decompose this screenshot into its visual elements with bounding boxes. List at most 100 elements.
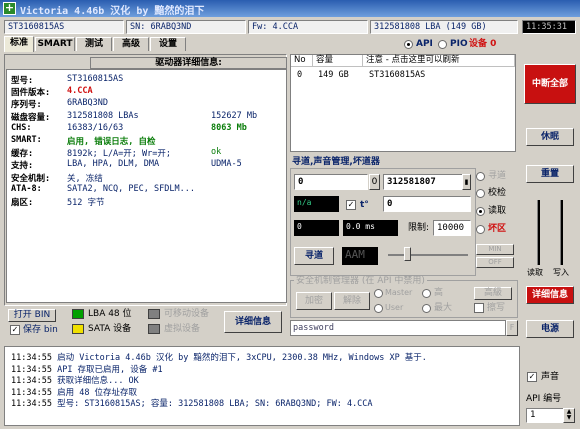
row-size: 149 GB (318, 70, 349, 80)
tab-settings[interactable]: 设置 (150, 37, 186, 51)
api-number-spinner[interactable]: ▲ ▼ (563, 408, 575, 423)
capacity-field: 312581808 LBA (149 GB) (370, 20, 518, 34)
sleep-button[interactable]: 休眠 (526, 128, 574, 146)
details-button[interactable]: 详细信息 (224, 311, 282, 333)
sata-label: SATA 设备 (88, 324, 132, 334)
temp-checkbox[interactable]: ✓ (346, 200, 356, 210)
break-all-button[interactable]: 中断全部 (524, 64, 576, 104)
aam-off-button[interactable]: OFF (476, 257, 514, 268)
security-advanced-button[interactable]: 高級 (474, 287, 512, 300)
log-line: 11:34:55 API 存取已启用, 设备 #1 (11, 363, 163, 375)
password-input[interactable]: password (290, 320, 506, 336)
save-bin-label: 保存 bin (23, 325, 58, 335)
seek-button[interactable]: 寻道 (294, 247, 334, 265)
seek-header: 寻道,声音管理,坏道器 (292, 157, 380, 167)
detail-value: 4.CCA (67, 86, 93, 97)
log-panel[interactable]: 11:34:55 启动 Victoria 4.46b 汉化 by 黯然的泪下, … (4, 346, 520, 426)
log-line: 11:34:55 启用 48 位存址存取 (11, 386, 138, 398)
detail-extra: 8063 Mb (211, 122, 247, 133)
api-label: API (416, 39, 433, 49)
aam-slider-thumb[interactable] (404, 247, 411, 261)
detail-value: SATA2, NCQ, PEC, SFDLM... (67, 183, 195, 194)
security-header: 安全机制管理器 (在 API 中禁用) (294, 276, 427, 286)
device-label: 设备 0 (469, 39, 497, 49)
erase-checkbox[interactable] (474, 303, 484, 313)
start-lba-input[interactable]: 0 (294, 174, 368, 190)
drive-table[interactable]: No 容量 注意 - 点击这里可以刷新 0 149 GB ST3160815AS (290, 54, 516, 152)
tab-standard[interactable]: 标准 (4, 36, 34, 52)
detail-extra: 152627 Mb (211, 110, 258, 121)
security-unlock-button[interactable]: 加密 (296, 292, 332, 310)
temp-value: 0 (383, 196, 471, 212)
log-line: 11:34:55 型号: ST3160815AS; 容量: 312581808 … (11, 397, 373, 409)
api-number-input[interactable]: 1 (526, 408, 564, 423)
tab-tests[interactable]: 测试 (76, 37, 112, 51)
row-no: 0 (297, 70, 303, 80)
write-label: 写入 (553, 268, 569, 277)
detail-label: 型号: (11, 76, 34, 86)
detail-value: LBA, HPA, DLM, DMA (67, 159, 160, 170)
tab-smart[interactable]: SMART (35, 37, 75, 51)
reset-button[interactable]: 重置 (526, 165, 574, 183)
col-size: 容量 (313, 55, 363, 67)
col-note[interactable]: 注意 - 点击这里可以刷新 (363, 55, 515, 67)
master-radio[interactable] (374, 289, 383, 298)
detail-extra: ok (211, 147, 222, 158)
detail-value: 启用, 错误日志, 自检 (67, 137, 156, 147)
detail-info-button[interactable]: 详细信息 (526, 286, 574, 304)
max-radio[interactable] (422, 304, 431, 313)
temp-label: t° (360, 200, 369, 210)
detail-value: 16383/16/63 (67, 122, 124, 133)
detail-value: 512 字节 (67, 198, 105, 208)
lba48-swatch (72, 309, 84, 319)
master-label: Master (385, 288, 413, 297)
opt-bad-label: 坏区 (488, 224, 507, 234)
detail-value: 8192k; L/A=开; Wr=开; (67, 149, 171, 160)
drive-info-bar: ST3160815AS SN: 6RABQ3ND Fw: 4.CCA 31258… (0, 18, 580, 36)
log-message: 获取详细信息... OK (57, 376, 139, 386)
detail-value: ST3160815AS (67, 74, 124, 84)
opt-read-label: 读取 (488, 206, 507, 216)
opt-seek-label: 寻道 (488, 171, 507, 181)
details-box: 型号: ST3160815AS 固件版本: 4.CCA 序列号: 6RABQ3ND 磁盘容量… (6, 69, 287, 303)
detail-label: 缓存: (11, 149, 34, 160)
end-max-button[interactable]: ▮ (462, 174, 471, 190)
user-radio[interactable] (374, 304, 383, 313)
row-model[interactable]: ST3160815AS (369, 70, 425, 80)
power-button[interactable]: 电源 (526, 320, 574, 338)
pio-radio[interactable] (438, 40, 447, 49)
start-reset-button[interactable]: 0 (369, 174, 380, 190)
user-label: User (385, 303, 404, 312)
opt-bad-radio[interactable] (476, 225, 485, 234)
password-f-button[interactable]: F (506, 320, 518, 336)
end-lba-input[interactable]: 312581807 (383, 174, 463, 190)
aam-min-button[interactable]: MIN (476, 244, 514, 255)
sound-checkbox[interactable]: ✓ (527, 372, 537, 382)
opt-verify-radio[interactable] (476, 189, 485, 198)
log-line: 11:34:55 获取详细信息... OK (11, 374, 139, 386)
window-title: Victoria 4.46b 汉化 by 黯然的泪下 (20, 6, 205, 17)
opt-seek-radio[interactable] (476, 172, 485, 181)
log-message: 启用 48 位存址存取 (57, 387, 138, 398)
sata-swatch (72, 324, 84, 334)
aam-display: AAM (342, 247, 378, 265)
security-erase-button[interactable]: 解除 (334, 292, 370, 310)
save-bin-checkbox[interactable]: ✓ (10, 325, 20, 335)
details-header: 驱动器详细信息: (90, 57, 287, 69)
detail-label: 安全机制: (11, 173, 51, 184)
limit-input[interactable]: 10000 (433, 220, 471, 236)
detail-label: ATA-8: (11, 183, 42, 194)
log-timestamp: 11:34:55 (11, 387, 52, 398)
log-timestamp: 11:34:55 (11, 364, 52, 375)
serial-field: SN: 6RABQ3ND (126, 20, 246, 34)
high-radio[interactable] (422, 289, 431, 298)
aam-slider[interactable] (388, 254, 468, 256)
api-number-label: API 编号 (526, 394, 562, 404)
log-timestamp: 11:34:55 (11, 399, 52, 409)
detail-label: CHS: (11, 122, 32, 133)
open-bin-button[interactable]: 打开 BIN (8, 309, 56, 322)
api-radio[interactable] (404, 40, 413, 49)
opt-read-radio[interactable] (476, 207, 485, 216)
clock: 11:35:31 (522, 20, 576, 34)
tab-advanced[interactable]: 高级 (113, 37, 149, 51)
